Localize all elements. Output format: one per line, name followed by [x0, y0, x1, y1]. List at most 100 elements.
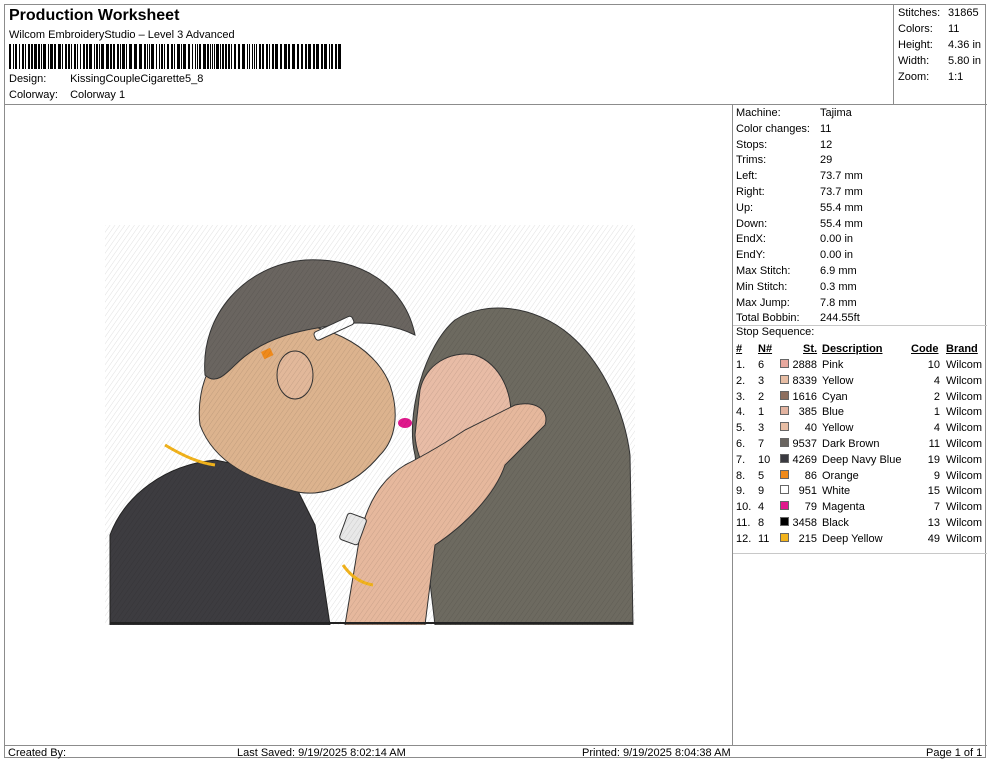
machine-info-row: Min Stitch: 0.3 mm: [736, 281, 857, 293]
info-label: Left:: [736, 170, 758, 183]
cell-brand: Wilcom: [946, 359, 983, 371]
cell-index: 8.: [736, 469, 746, 482]
col-header-description: Description: [822, 343, 883, 355]
color-swatch: [780, 485, 789, 495]
table-row: 9. 9 951 White 15 Wilcom: [733, 485, 987, 501]
info-value: 244.55ft: [820, 312, 860, 325]
col-header-brand: Brand: [946, 343, 978, 355]
design-preview: [5, 105, 733, 745]
machine-info-row: EndX: 0.00 in: [736, 233, 853, 245]
info-value: 0.3 mm: [820, 280, 857, 293]
cell-needle: 1: [758, 406, 765, 419]
machine-info-row: Max Jump: 7.8 mm: [736, 297, 857, 309]
summary-height: Height: 4.36 in: [898, 39, 981, 51]
info-value: 73.7 mm: [820, 170, 863, 183]
colorway-row: Colorway: Colorway 1: [9, 89, 125, 101]
cell-brand: Wilcom: [946, 469, 983, 482]
machine-info-row: Color changes: 11: [736, 123, 831, 135]
design-row: Design: KissingCoupleCigarette5_8: [9, 73, 203, 85]
cell-stitches: 951: [798, 485, 817, 498]
summary-label: Zoom:: [898, 71, 930, 83]
design-name: KissingCoupleCigarette5_8: [70, 73, 204, 85]
summary-value: 11: [948, 23, 960, 35]
machine-info-row: Stops: 12: [736, 139, 832, 151]
info-value: 73.7 mm: [820, 186, 863, 198]
cell-code: 10: [927, 359, 940, 371]
cell-description: Pink: [822, 359, 844, 371]
cell-stitches: 3458: [792, 517, 817, 529]
table-row: 10. 4 79 Magenta 7 Wilcom: [733, 501, 987, 517]
printed-date: Printed: 9/19/2025 8:04:38 AM: [582, 747, 731, 759]
machine-info-row: Up: 55.4 mm: [736, 202, 863, 214]
color-swatch: [780, 469, 789, 479]
info-label: Down:: [736, 217, 768, 230]
info-label: Trims:: [736, 154, 767, 167]
info-label: Stops:: [736, 138, 768, 151]
cell-needle: 10: [758, 453, 771, 466]
cell-description: Orange: [822, 469, 859, 482]
cell-stitches: 385: [798, 406, 817, 419]
cell-code: 9: [933, 469, 940, 482]
summary-value: 31865: [948, 7, 979, 19]
cell-code: 1: [933, 406, 940, 419]
cell-index: 12.: [736, 532, 752, 545]
info-value: 55.4 mm: [820, 201, 863, 214]
table-row: 7. 10 4269 Deep Navy Blue 19 Wilcom: [733, 453, 987, 470]
cell-stitches: 8339: [792, 374, 817, 387]
cell-brand: Wilcom: [946, 406, 983, 419]
cell-code: 4: [933, 374, 940, 387]
col-header-stitches: St.: [803, 343, 818, 355]
col-header-index: #: [736, 343, 743, 355]
cell-index: 3.: [736, 390, 746, 403]
worksheet-header: Production Worksheet Wilcom EmbroiderySt…: [5, 5, 894, 105]
cell-needle: 3: [758, 374, 765, 387]
cell-index: 11.: [736, 517, 751, 529]
cell-index: 9.: [736, 485, 746, 498]
table-row: 2. 3 8339 Yellow 4 Wilcom: [733, 374, 987, 391]
info-value: Tajima: [820, 107, 852, 119]
cell-brand: Wilcom: [946, 390, 983, 403]
page-number: Page 1 of 1: [926, 747, 983, 759]
summary-value: 1:1: [948, 71, 964, 83]
worksheet-footer: Created By: Last Saved: 9/19/2025 8:02:1…: [5, 745, 987, 760]
cell-description: Yellow: [822, 422, 854, 435]
summary-value: 5.80 in: [948, 55, 982, 67]
info-label: Max Jump:: [736, 296, 790, 309]
table-row: 8. 5 86 Orange 9 Wilcom: [733, 469, 987, 486]
cell-needle: 7: [758, 438, 765, 450]
summary-width: Width: 5.80 in: [898, 55, 981, 67]
cell-brand: Wilcom: [946, 374, 983, 387]
cell-code: 2: [933, 390, 940, 403]
last-saved: Last Saved: 9/19/2025 8:02:14 AM: [237, 747, 406, 759]
summary-value: 4.36 in: [948, 39, 982, 51]
machine-info-row: Right: 73.7 mm: [736, 186, 863, 198]
info-label: Total Bobbin:: [736, 312, 800, 325]
table-row: 12. 11 215 Deep Yellow 49 Wilcom: [733, 532, 987, 549]
info-label: Color changes:: [736, 122, 810, 135]
info-value: 0.00 in: [820, 249, 854, 262]
cell-needle: 8: [758, 517, 765, 529]
color-swatch: [780, 422, 789, 432]
color-swatch: [780, 406, 789, 416]
summary-label: Height:: [898, 39, 933, 51]
cell-needle: 5: [758, 469, 765, 482]
divider: [733, 553, 987, 554]
color-swatch: [780, 517, 789, 526]
cell-index: 4.: [736, 406, 746, 419]
cell-description: Cyan: [822, 390, 848, 403]
cell-needle: 3: [758, 422, 765, 435]
cell-description: Yellow: [822, 374, 854, 387]
cell-description: Black: [822, 517, 849, 529]
design-label: Design:: [9, 73, 47, 85]
color-swatch: [780, 390, 789, 400]
cell-description: Magenta: [822, 501, 865, 514]
info-value: 7.8 mm: [820, 296, 857, 309]
info-label: Min Stitch:: [736, 280, 788, 293]
info-value: 12: [820, 138, 833, 151]
cell-brand: Wilcom: [946, 485, 983, 498]
cell-stitches: 86: [804, 469, 817, 482]
info-value: 0.00 in: [820, 233, 854, 246]
cell-stitches: 9537: [792, 438, 817, 450]
cell-brand: Wilcom: [946, 532, 983, 545]
cell-needle: 9: [758, 485, 765, 498]
